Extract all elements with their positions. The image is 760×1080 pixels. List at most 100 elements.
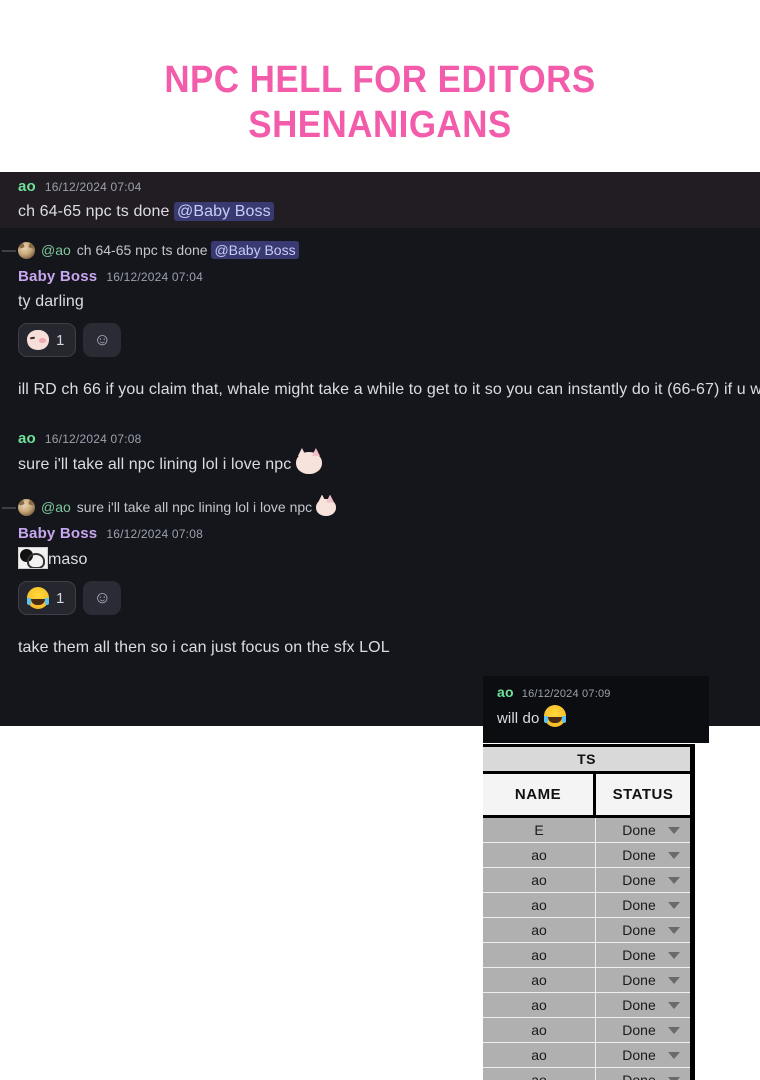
reply-spine bbox=[2, 250, 16, 252]
cell-name[interactable]: ao bbox=[483, 968, 596, 992]
chat-message[interactable]: @ao ch 64-65 npc ts done @Baby Boss Baby… bbox=[0, 228, 760, 361]
cat-emoji bbox=[316, 498, 337, 516]
cell-name[interactable]: ao bbox=[483, 893, 596, 917]
cell-status[interactable]: Done bbox=[596, 918, 690, 942]
sheet-body: E Done ao Done ao Done ao Done ao Done ao Done ao Don… bbox=[483, 818, 690, 1080]
chevron-down-icon[interactable] bbox=[668, 851, 680, 859]
message-author[interactable]: ao bbox=[18, 178, 36, 195]
chevron-down-icon[interactable] bbox=[668, 826, 680, 834]
cat-emoji bbox=[295, 452, 322, 474]
status-value: Done bbox=[622, 1022, 656, 1038]
table-row[interactable]: ao Done bbox=[483, 893, 690, 918]
cell-name[interactable]: ao bbox=[483, 843, 596, 867]
table-row[interactable]: ao Done bbox=[483, 1018, 690, 1043]
message-text: maso bbox=[48, 551, 88, 568]
status-value: Done bbox=[622, 847, 656, 863]
title-line-2: SHENANIGANS bbox=[248, 104, 512, 146]
chevron-down-icon[interactable] bbox=[668, 1051, 680, 1059]
table-row[interactable]: ao Done bbox=[483, 868, 690, 893]
cell-name[interactable]: ao bbox=[483, 1018, 596, 1042]
reaction-pill[interactable]: 1 bbox=[18, 323, 77, 357]
message-body: sure i'll take all npc lining lol i love… bbox=[18, 452, 760, 477]
chevron-down-icon[interactable] bbox=[668, 1026, 680, 1034]
mention-pill[interactable]: @Baby Boss bbox=[173, 202, 274, 221]
chat-message[interactable]: take them all then so i can just focus o… bbox=[0, 619, 760, 664]
sheet-title: TS bbox=[483, 747, 690, 774]
reply-text-body: sure i'll take all npc lining lol i love… bbox=[76, 498, 317, 515]
chevron-down-icon[interactable] bbox=[668, 1001, 680, 1009]
cell-name[interactable]: ao bbox=[483, 1043, 596, 1067]
table-row[interactable]: ao Done bbox=[483, 918, 690, 943]
reply-text: ch 64-65 npc ts done @Baby Boss bbox=[76, 241, 299, 259]
cell-status[interactable]: Done bbox=[596, 843, 690, 867]
message-header: ao 16/12/2024 07:09 bbox=[497, 684, 709, 701]
cell-status[interactable]: Done bbox=[596, 1018, 690, 1042]
cell-status[interactable]: Done bbox=[596, 893, 690, 917]
sheet-header-row: NAME STATUS bbox=[483, 774, 690, 818]
reaction-count: 1 bbox=[56, 589, 65, 607]
chevron-down-icon[interactable] bbox=[668, 901, 680, 909]
message-body: take them all then so i can just focus o… bbox=[18, 639, 390, 656]
message-body: ch 64-65 npc ts done @Baby Boss bbox=[18, 200, 760, 224]
table-row[interactable]: E Done bbox=[483, 818, 690, 843]
cell-name[interactable]: ao bbox=[483, 993, 596, 1017]
table-row[interactable]: ao Done bbox=[483, 943, 690, 968]
message-text: sure i'll take all npc lining lol i love… bbox=[18, 456, 296, 473]
table-row[interactable]: ao Done bbox=[483, 1068, 690, 1080]
cell-status[interactable]: Done bbox=[596, 993, 690, 1017]
title-line-1: NPC HELL FOR EDITORS bbox=[164, 59, 596, 101]
add-reaction-button[interactable]: ☺ bbox=[83, 323, 122, 357]
chat-message[interactable]: @ao sure i'll take all npc lining lol i … bbox=[0, 481, 760, 619]
table-row[interactable]: ao Done bbox=[483, 968, 690, 993]
chat-message[interactable]: ao 16/12/2024 07:04 ch 64-65 npc ts done… bbox=[0, 172, 760, 228]
pigcat-emoji bbox=[27, 330, 49, 350]
cat-avatar-icon bbox=[18, 498, 35, 516]
add-reaction-button[interactable]: ☺ bbox=[83, 581, 122, 615]
cell-name[interactable]: ao bbox=[483, 868, 596, 892]
table-row[interactable]: ao Done bbox=[483, 993, 690, 1018]
chat-screenshot: ao 16/12/2024 07:04 ch 64-65 npc ts done… bbox=[0, 172, 760, 726]
cell-status[interactable]: Done bbox=[596, 1043, 690, 1067]
cell-name[interactable]: ao bbox=[483, 918, 596, 942]
chat-message[interactable]: ao 16/12/2024 07:08 sure i'll take all n… bbox=[0, 406, 760, 481]
message-author[interactable]: Baby Boss bbox=[18, 268, 97, 285]
reply-preview[interactable]: @ao sure i'll take all npc lining lol i … bbox=[2, 497, 760, 517]
cell-status[interactable]: Done bbox=[596, 968, 690, 992]
maso-meme-emoji bbox=[18, 547, 48, 569]
status-value: Done bbox=[622, 897, 656, 913]
table-row[interactable]: ao Done bbox=[483, 843, 690, 868]
message-author[interactable]: ao bbox=[497, 684, 514, 700]
message-timestamp: 16/12/2024 07:09 bbox=[521, 688, 611, 700]
cell-name[interactable]: E bbox=[483, 818, 596, 842]
page-title: NPC HELL FOR EDITORS SHENANIGANS bbox=[0, 58, 760, 148]
cell-name[interactable]: ao bbox=[483, 1068, 596, 1080]
cell-name[interactable]: ao bbox=[483, 943, 596, 967]
chat-message[interactable]: ill RD ch 66 if you claim that, whale mi… bbox=[0, 361, 760, 406]
table-row[interactable]: ao Done bbox=[483, 1043, 690, 1068]
reaction-pill[interactable]: 1 bbox=[18, 581, 77, 615]
message-header: ao 16/12/2024 07:08 bbox=[18, 430, 760, 449]
reply-author[interactable]: @ao bbox=[41, 242, 71, 258]
cell-status[interactable]: Done bbox=[596, 818, 690, 842]
reply-preview[interactable]: @ao ch 64-65 npc ts done @Baby Boss bbox=[2, 240, 760, 260]
chevron-down-icon[interactable] bbox=[668, 1076, 680, 1080]
message-header: Baby Boss 16/12/2024 07:08 bbox=[18, 525, 760, 544]
chevron-down-icon[interactable] bbox=[668, 951, 680, 959]
cell-status[interactable]: Done bbox=[596, 1068, 690, 1080]
message-author[interactable]: Baby Boss bbox=[18, 525, 97, 542]
chevron-down-icon[interactable] bbox=[668, 876, 680, 884]
overlay-message-card[interactable]: ao 16/12/2024 07:09 will do bbox=[483, 676, 709, 743]
reply-text-body: ch 64-65 npc ts done bbox=[76, 242, 212, 258]
cell-status[interactable]: Done bbox=[596, 943, 690, 967]
message-header: Baby Boss 16/12/2024 07:04 bbox=[18, 268, 760, 287]
cell-status[interactable]: Done bbox=[596, 868, 690, 892]
reaction-bar: 1 ☺ bbox=[18, 581, 760, 615]
message-author[interactable]: ao bbox=[18, 430, 36, 447]
reply-author[interactable]: @ao bbox=[41, 499, 71, 515]
chevron-down-icon[interactable] bbox=[668, 976, 680, 984]
reaction-count: 1 bbox=[56, 331, 65, 349]
message-body: ty darling bbox=[18, 293, 84, 310]
reaction-bar: 1 ☺ bbox=[18, 323, 760, 357]
status-spreadsheet: TS NAME STATUS E Done ao Done ao Done ao Done ao… bbox=[483, 744, 695, 1080]
chevron-down-icon[interactable] bbox=[668, 926, 680, 934]
